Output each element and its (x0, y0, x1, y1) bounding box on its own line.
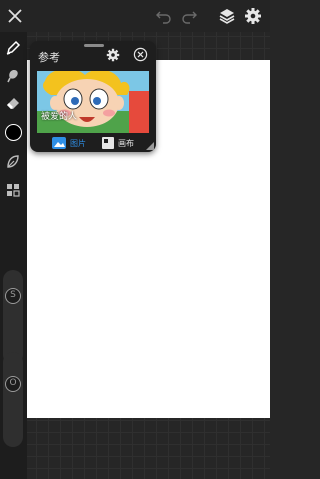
panel-drag-handle[interactable] (84, 44, 104, 47)
reference-panel[interactable]: 参考 被爱的人 图片 画布 (30, 41, 156, 152)
close-icon[interactable] (4, 5, 26, 27)
gear-icon[interactable] (106, 47, 120, 66)
resize-handle[interactable] (146, 142, 154, 150)
eraser-icon[interactable] (2, 93, 24, 115)
tab-image[interactable]: 图片 (52, 136, 86, 150)
layers-icon[interactable] (216, 5, 238, 27)
left-toolbar: S O (0, 32, 27, 479)
canvas-tab-icon (102, 137, 114, 149)
color-swatch[interactable] (2, 121, 24, 143)
smudge-icon[interactable] (2, 65, 24, 87)
tab-image-label: 图片 (70, 138, 86, 148)
close-circle-icon[interactable] (133, 47, 148, 66)
size-slider-knob[interactable]: S (5, 288, 21, 304)
brush-icon[interactable] (2, 37, 24, 59)
settings-icon[interactable] (242, 5, 264, 27)
opacity-slider-knob[interactable]: O (5, 376, 21, 392)
reference-image-caption: 被爱的人 (41, 112, 78, 122)
tab-canvas-label: 画布 (118, 138, 134, 148)
transform-icon[interactable] (2, 179, 24, 201)
redo-icon[interactable] (178, 5, 200, 27)
reference-panel-title: 参考 (38, 51, 60, 64)
reference-image[interactable]: 被爱的人 (37, 71, 149, 133)
tab-canvas[interactable]: 画布 (102, 136, 134, 150)
top-toolbar (0, 0, 270, 32)
opacity-slider[interactable]: O (3, 352, 23, 447)
undo-icon[interactable] (153, 5, 175, 27)
brush-size-slider[interactable]: S (3, 270, 23, 365)
image-tab-icon (52, 137, 66, 149)
selection-icon[interactable] (2, 151, 24, 173)
